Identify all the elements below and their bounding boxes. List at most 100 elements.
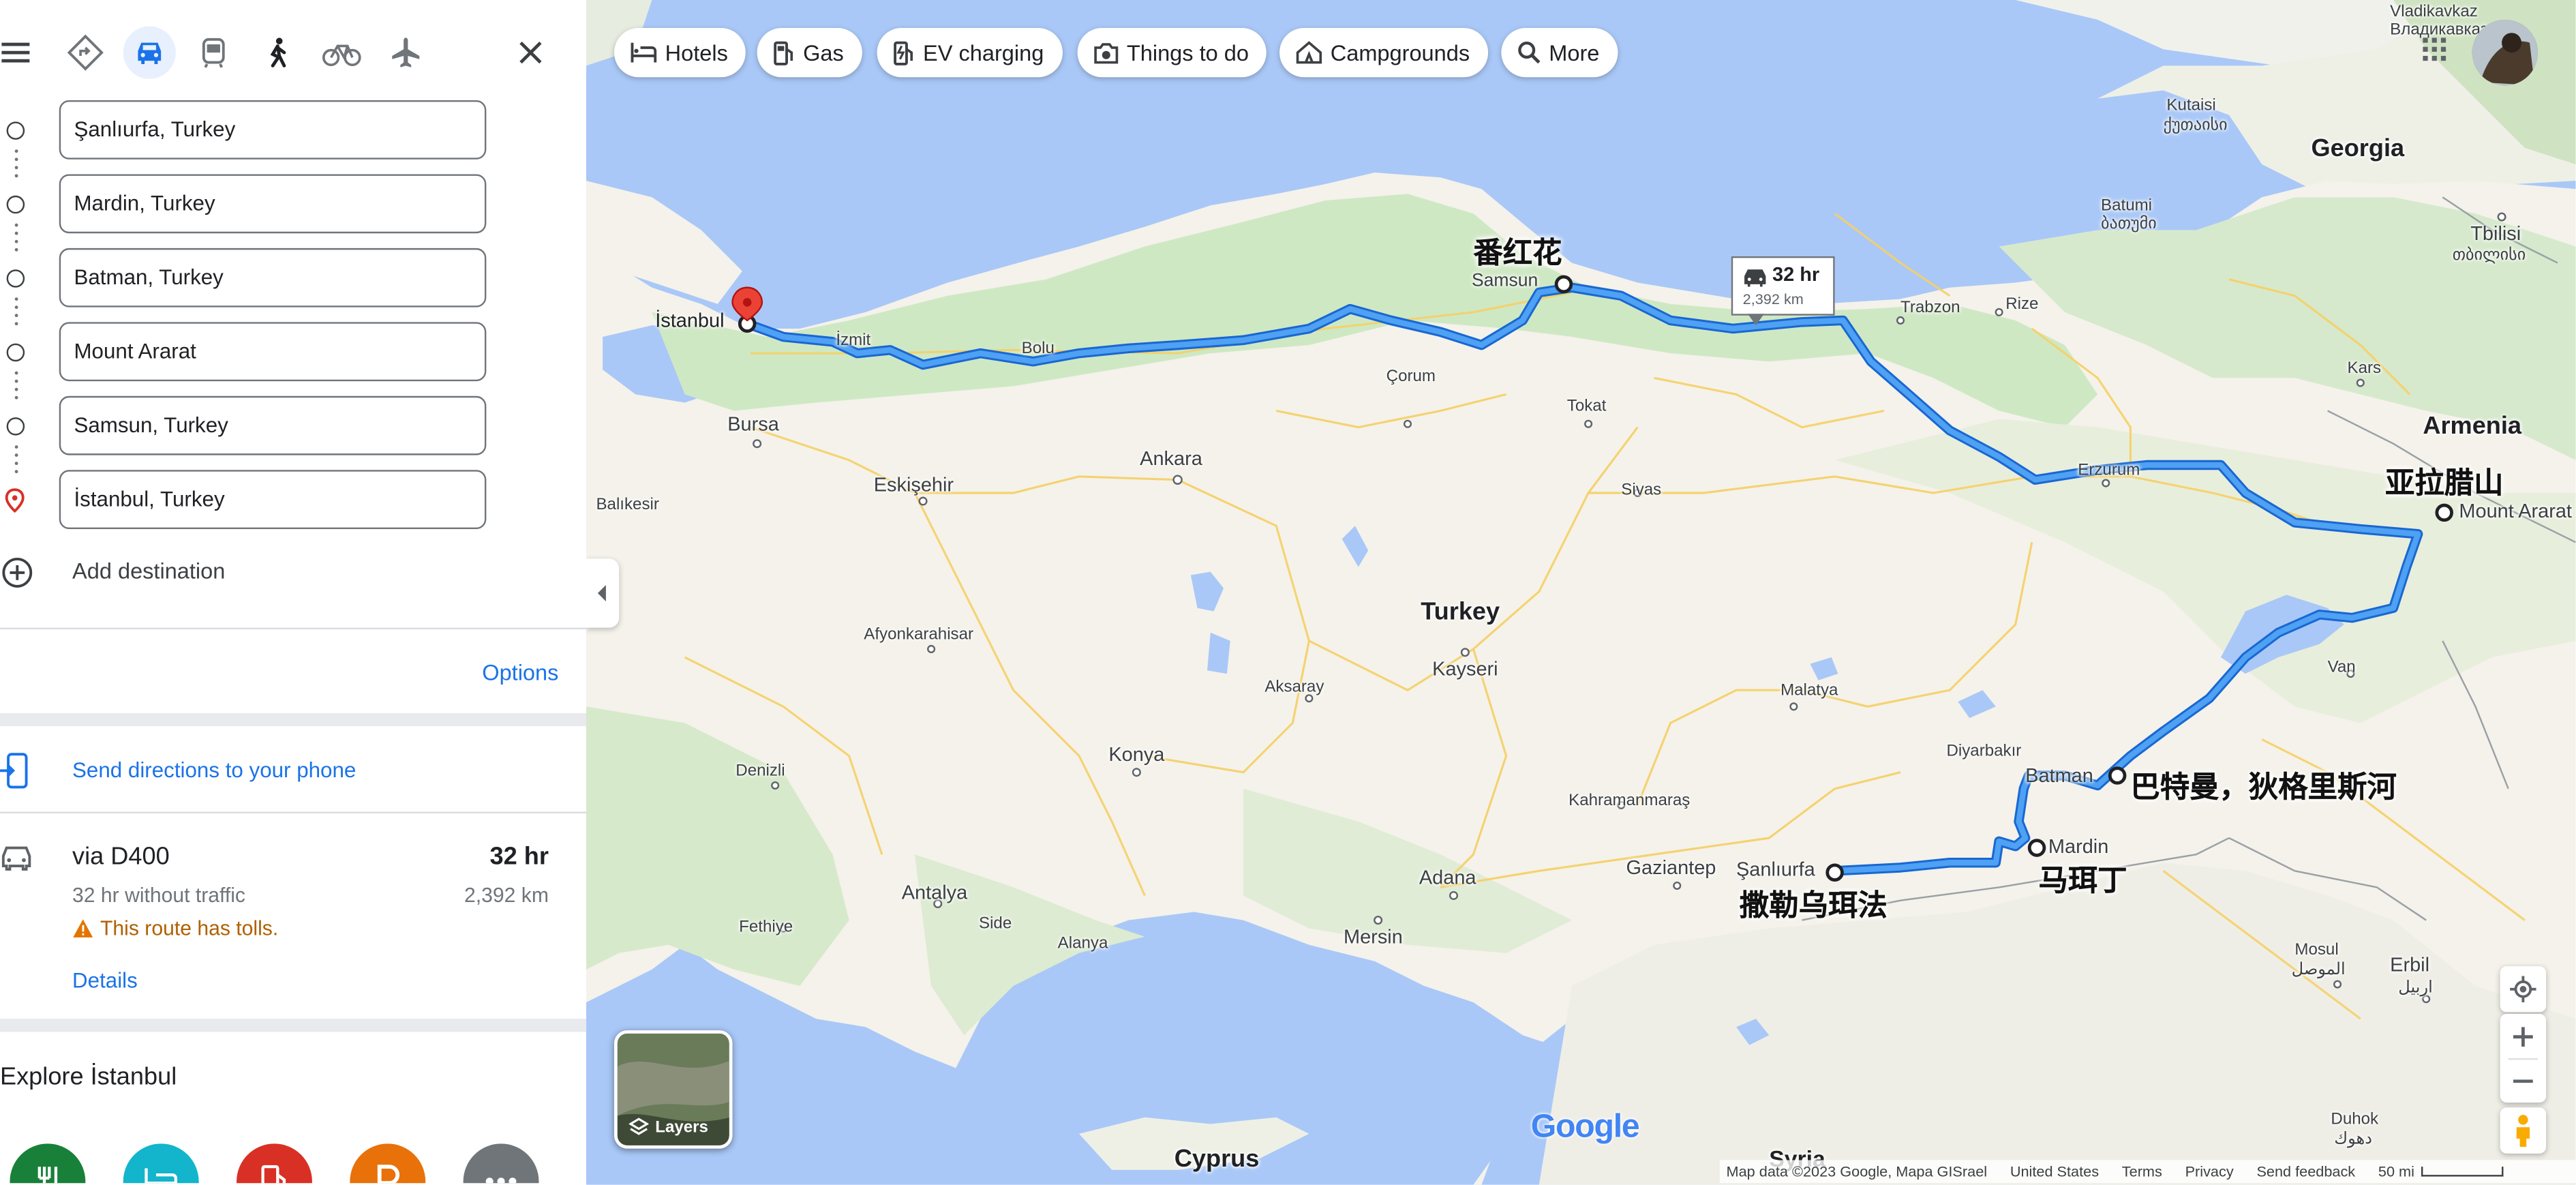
hotel-icon xyxy=(631,42,657,63)
divider xyxy=(0,1019,587,1032)
layers-button[interactable]: Layers xyxy=(613,1030,733,1149)
map-canvas[interactable]: Hotels Gas EV charging Things to do Camp… xyxy=(586,0,2576,1185)
explore-gas-button[interactable] xyxy=(237,1143,312,1184)
chip-label: Gas xyxy=(803,40,844,65)
map-label-side: Side xyxy=(978,915,1012,933)
map-label-antalya: Antalya xyxy=(901,880,968,904)
chip-label: More xyxy=(1549,40,1600,65)
send-to-phone-icon xyxy=(0,753,28,789)
map-label-kahramanmaras: Kahramanmaraş xyxy=(1569,792,1691,811)
waypoint-row: İstanbul, Turkey xyxy=(0,470,586,532)
chip-things-to-do[interactable]: Things to do xyxy=(1077,27,1267,78)
zoom-out-button[interactable] xyxy=(2500,1058,2546,1102)
map-label-denizli: Denizli xyxy=(736,762,785,781)
scale-bar xyxy=(2421,1167,2504,1177)
chip-label: EV charging xyxy=(923,40,1044,65)
terms-link[interactable]: Terms xyxy=(2122,1163,2162,1180)
explore-restaurants-button[interactable] xyxy=(10,1143,86,1184)
map-label-eskisehir: Eskişehir xyxy=(873,473,954,496)
waypoint-input[interactable]: Şanlıurfa, Turkey xyxy=(59,100,487,160)
map-label-trabzon: Trabzon xyxy=(1900,299,1960,318)
map-label-fethiye: Fethiye xyxy=(739,918,793,937)
apps-button[interactable] xyxy=(2421,36,2448,63)
map-label-samsun: Samsun xyxy=(1471,271,1539,291)
route-info-bubble[interactable]: 32 hr 2,392 km xyxy=(1731,256,1835,326)
annotation-sanliurfa-zh: 撒勒乌珥法 xyxy=(1739,888,1888,924)
map-label-kars: Kars xyxy=(2347,359,2382,378)
travel-mode-best[interactable] xyxy=(59,27,112,79)
explore-title: Explore İstanbul xyxy=(0,1063,177,1092)
travel-mode-walking[interactable] xyxy=(252,27,304,79)
waypoint-row: Şanlıurfa, Turkey xyxy=(0,100,586,163)
map-label-kutaisi: Kutaisi xyxy=(2166,97,2216,115)
map-label-gaziantep: Gaziantep xyxy=(1626,856,1716,880)
car-icon xyxy=(1744,269,1766,287)
parking-icon xyxy=(377,1165,400,1184)
waypoint-row: Mount Ararat xyxy=(0,322,586,385)
gas-station-icon xyxy=(261,1165,286,1184)
explore-more-button[interactable] xyxy=(463,1143,539,1184)
travel-mode-transit[interactable] xyxy=(187,27,240,79)
waypoint-input[interactable]: Batman, Turkey xyxy=(59,247,487,308)
waypoint-dot xyxy=(6,343,25,362)
send-to-phone-row[interactable]: Send directions to your phone xyxy=(0,726,586,811)
waypoint-input[interactable]: İstanbul, Turkey xyxy=(59,470,487,530)
layers-icon xyxy=(628,1118,649,1135)
chip-gas[interactable]: Gas xyxy=(757,27,862,78)
map-label-malatya: Malatya xyxy=(1781,682,1838,700)
region-link[interactable]: United States xyxy=(2010,1163,2099,1180)
chevron-left-icon xyxy=(597,584,606,602)
chip-more[interactable]: More xyxy=(1501,27,1618,78)
my-location-button[interactable] xyxy=(2500,966,2547,1012)
route-details-link[interactable]: Details xyxy=(72,967,138,992)
route-bubble-distance: 2,392 km xyxy=(1742,290,1804,308)
zoom-in-button[interactable] xyxy=(2500,1014,2546,1058)
travel-mode-driving[interactable] xyxy=(123,26,176,79)
waypoint-input[interactable]: Samsun, Turkey xyxy=(59,395,487,455)
annotation-batman-zh: 巴特曼，狄格里斯河 xyxy=(2130,770,2397,805)
map-label-tokat: Tokat xyxy=(1566,397,1607,416)
send-to-phone-label: Send directions to your phone xyxy=(72,758,357,783)
map-label-batumi-geo: ბათუმი xyxy=(2101,215,2157,234)
walking-icon xyxy=(270,38,286,68)
add-destination-label: Add destination xyxy=(72,558,226,584)
account-avatar[interactable] xyxy=(2472,19,2539,86)
collapse-panel-button[interactable] xyxy=(586,558,620,628)
explore-hotels-button[interactable] xyxy=(123,1143,199,1184)
map-label-izmit: İzmit xyxy=(836,331,871,350)
privacy-link[interactable]: Privacy xyxy=(2185,1163,2234,1180)
destination-pin-icon xyxy=(5,488,25,513)
travel-mode-flights[interactable] xyxy=(380,27,432,79)
send-feedback-link[interactable]: Send feedback xyxy=(2256,1163,2355,1180)
waypoint-input[interactable]: Mardin, Turkey xyxy=(59,174,487,234)
campground-icon xyxy=(1296,41,1322,64)
route-distance: 2,392 km xyxy=(464,884,549,907)
chip-label: Hotels xyxy=(665,40,728,65)
waypoint-input[interactable]: Mount Ararat xyxy=(59,322,487,382)
apps-grid-icon xyxy=(2423,38,2446,61)
annotation-samsun-zh: 番红花 xyxy=(1473,237,1562,271)
add-destination-button[interactable]: Add destination xyxy=(0,552,586,595)
chip-campgrounds[interactable]: Campgrounds xyxy=(1279,27,1488,78)
close-directions-button[interactable] xyxy=(504,27,557,79)
waypoint-row: Samsun, Turkey xyxy=(0,395,586,459)
car-icon xyxy=(138,42,162,64)
map-label-mosul: Mosul xyxy=(2294,941,2339,960)
map-label-sivas: Sivas xyxy=(1621,481,1662,500)
chip-ev-charging[interactable]: EV charging xyxy=(877,27,1062,78)
route-option[interactable]: via D400 32 hr 32 hr without traffic 2,3… xyxy=(0,813,586,1019)
chip-hotels[interactable]: Hotels xyxy=(613,27,746,78)
map-label-batman: Batman xyxy=(2025,764,2093,787)
pegman-icon xyxy=(2516,1115,2530,1148)
travel-mode-cycling[interactable] xyxy=(316,27,368,79)
street-view-pegman[interactable] xyxy=(2500,1107,2547,1154)
options-button[interactable]: Options xyxy=(482,661,558,685)
waypoint-dot xyxy=(6,417,25,436)
map-label-erbil: Erbil xyxy=(2390,952,2430,976)
scale-label[interactable]: 50 mi xyxy=(2378,1163,2414,1180)
map-base xyxy=(586,0,2576,1185)
explore-parking-button[interactable] xyxy=(350,1143,426,1184)
chip-label: Things to do xyxy=(1126,40,1249,65)
annotation-mardin-zh: 马珥丁 xyxy=(2038,864,2127,899)
my-location-icon xyxy=(2510,976,2536,1003)
